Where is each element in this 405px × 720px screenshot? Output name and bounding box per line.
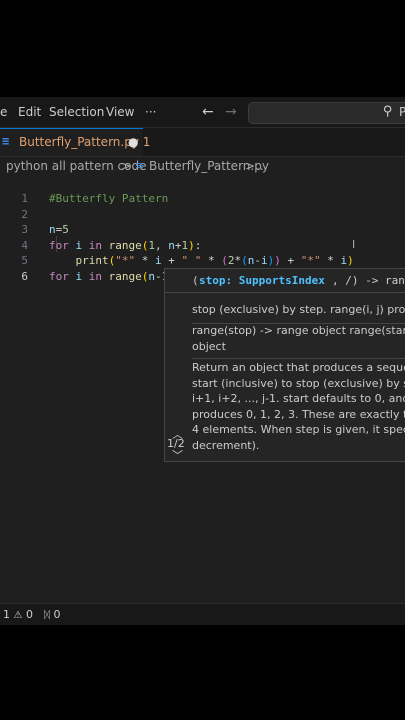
status-bar: 1 ⚠ 0 ᛞ 0 [0,603,405,625]
code-token: for [49,270,69,283]
signature-open-paren: ( [192,274,199,287]
doc-paragraph-3-line: 4 elements. When step is given, it speci… [192,423,405,437]
doc-divider [192,358,405,359]
arrow-right-icon[interactable]: → [225,97,237,127]
code-token: - [155,270,162,283]
code-token: range [108,239,142,252]
doc-paragraph-2-line-1: range(stop) -> range object range(start,… [192,324,405,337]
line-number: 1 [21,192,28,205]
code-token: * [320,254,341,267]
doc-paragraph-1: stop (exclusive) by step. range(i, j) pr… [192,303,405,316]
code-token: i [261,254,268,267]
code-token: + [161,254,182,267]
code-token: "*" [115,254,136,267]
code-line[interactable]: for i in range(1, n+1): [49,239,201,252]
code-token: n [49,223,56,236]
code-token: "*" [300,254,321,267]
ports-icon: ᛞ [44,610,50,621]
tab-bar: ≡ Butterfly_Pattern.py 1 ● [0,128,405,157]
python-file-icon: ≡ [2,134,10,148]
code-token: #Butterfly Pattern [49,192,169,205]
command-center-search[interactable]: ⚲ Py [248,102,405,124]
doc-paragraph-3-line: start (inclusive) to stop (exclusive) by… [192,376,405,390]
code-token: 5 [62,223,69,236]
code-token: : [194,239,202,252]
code-token: range [108,270,142,283]
arrow-left-icon[interactable]: ← [202,97,214,127]
menu-selection[interactable]: Selection [49,97,104,127]
line-number: 2 [21,208,28,221]
code-token: " " [181,254,202,267]
code-token: ( [241,254,248,267]
code-token: * [201,254,222,267]
code-line[interactable]: #Butterfly Pattern [49,192,168,205]
unsaved-dot-icon[interactable]: ● [128,135,138,149]
python-file-icon: ≡ [135,159,145,172]
code-line[interactable]: n=5 [49,223,69,236]
line-number: 3 [21,223,28,236]
code-line[interactable]: print("*" * i + " " * (2*(n-i)) + "*" * … [49,254,354,267]
doc-paragraph-2-line-2: object [192,340,226,353]
code-token: print [75,254,109,267]
code-token: 2 [227,254,235,267]
tab-butterfly-pattern[interactable]: ≡ Butterfly_Pattern.py 1 ● [0,128,150,156]
breadcrumb-separator: > [121,159,132,173]
search-label: Py [399,105,405,119]
code-token: for [49,239,69,252]
breadcrumb-more[interactable]: ... [256,159,267,173]
search-icon: ⚲ [383,104,393,119]
warning-icon: ⚠ [13,610,23,621]
code-token: in [88,270,102,283]
code-line[interactable]: for i in range(n-1) [49,270,175,283]
code-token: ) [188,239,195,252]
code-token: n [148,270,155,283]
code-token: , [155,239,169,252]
code-token: ( [221,254,228,267]
code-token: - [254,254,261,267]
code-token: ) [274,254,281,267]
vscode-window: e Edit Selection View ··· ← → ⚲ Py ≡ But… [0,97,405,625]
doc-paragraph-3-line: produces 0, 1, 2, 3. These are exactly t… [192,407,405,421]
line-number: 5 [21,254,28,267]
breadcrumb-separator: > [245,159,256,173]
code-token: ) [347,254,354,267]
code-token: 1 [148,239,155,252]
ports-indicator[interactable]: ᛞ 0 [44,608,61,621]
code-token: i [155,254,162,267]
doc-paragraph-3-line: Return an object that produces a sequenc [192,361,405,374]
line-number: 4 [21,239,28,252]
menu-edit[interactable]: Edit [18,97,41,127]
signature-rest: , /) -> range [332,274,405,287]
breadcrumb: python all pattern code > ≡ Butterfly_Pa… [0,157,405,177]
menu-file[interactable]: e [0,97,7,127]
menu-more[interactable]: ··· [145,97,156,127]
problems-indicator[interactable]: 1 ⚠ 0 [3,608,33,621]
signature-active-param: stop: SupportsIndex [199,274,325,287]
code-token: in [88,239,102,252]
text-cursor-icon: I [352,238,356,251]
line-number: 6 [21,270,28,283]
code-token: + [174,239,182,252]
doc-paragraph-3-line: i+1, i+2, ..., j-1. start defaults to 0,… [192,392,405,406]
code-token: + [280,254,301,267]
doc-paragraph-3-line: decrement). [192,439,260,452]
signature-help-popup[interactable]: ( stop: SupportsIndex , /) -> range stop… [164,268,405,462]
code-token: * [135,254,155,267]
menu-view[interactable]: View [106,97,134,127]
title-bar: e Edit Selection View ··· ← → ⚲ Py [0,97,405,128]
code-token: n [168,239,175,252]
chevron-down-icon[interactable]: ﹀ [172,447,183,461]
signature-line: ( stop: SupportsIndex , /) -> range [165,269,405,293]
